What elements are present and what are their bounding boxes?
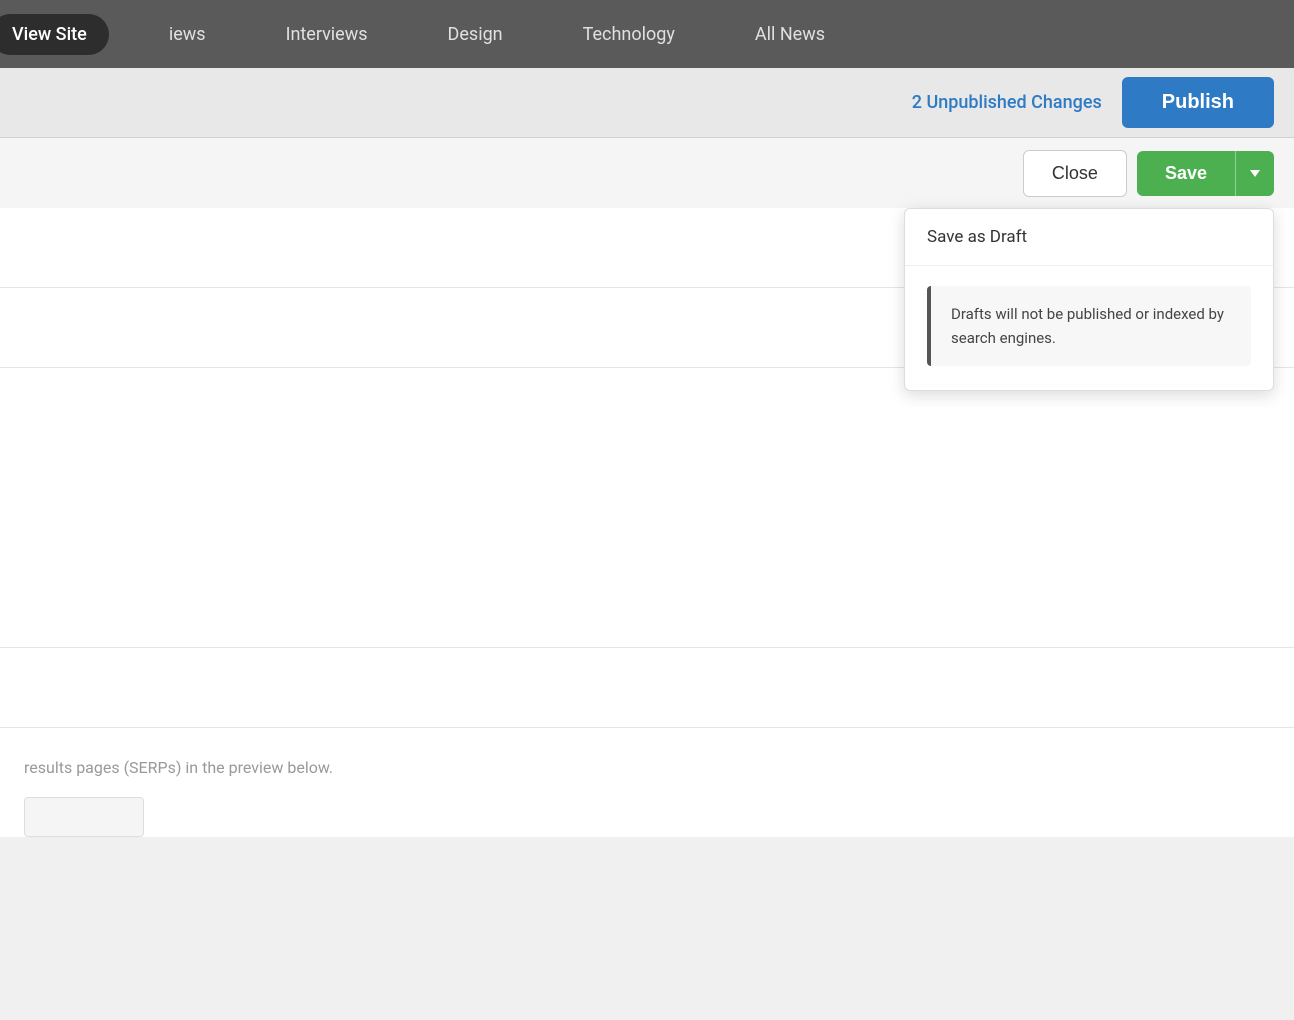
action-bar: Close Save Save as Draft Drafts will not… — [0, 138, 1294, 208]
save-button-group: Save — [1137, 151, 1274, 196]
content-bottom-section — [0, 648, 1294, 728]
save-as-draft-item[interactable]: Save as Draft — [905, 209, 1273, 266]
publish-bar: 2 Unpublished Changes Publish — [0, 68, 1294, 138]
nav-item-reviews[interactable]: iews — [129, 24, 246, 45]
serp-section: results pages (SERPs) in the preview bel… — [0, 728, 1294, 837]
nav-menu: iews Interviews Design Technology All Ne… — [129, 24, 865, 45]
nav-item-interviews[interactable]: Interviews — [246, 24, 408, 45]
save-dropdown-toggle[interactable] — [1235, 151, 1274, 196]
nav-item-design[interactable]: Design — [408, 24, 543, 45]
serp-preview-text: results pages (SERPs) in the preview bel… — [0, 728, 1294, 787]
top-nav-bar: View Site iews Interviews Design Technol… — [0, 0, 1294, 68]
content-large-section — [0, 368, 1294, 648]
nav-item-all-news[interactable]: All News — [715, 24, 865, 45]
close-button[interactable]: Close — [1023, 150, 1127, 197]
serp-input[interactable] — [24, 797, 144, 837]
unpublished-changes-label: 2 Unpublished Changes — [912, 92, 1102, 113]
nav-item-technology[interactable]: Technology — [543, 24, 715, 45]
view-site-button[interactable]: View Site — [0, 14, 109, 55]
draft-info-text: Drafts will not be published or indexed … — [927, 286, 1251, 366]
chevron-down-icon — [1250, 170, 1260, 177]
save-dropdown-menu: Save as Draft Drafts will not be publish… — [904, 208, 1274, 391]
save-button[interactable]: Save — [1137, 151, 1235, 196]
publish-button[interactable]: Publish — [1122, 77, 1274, 128]
